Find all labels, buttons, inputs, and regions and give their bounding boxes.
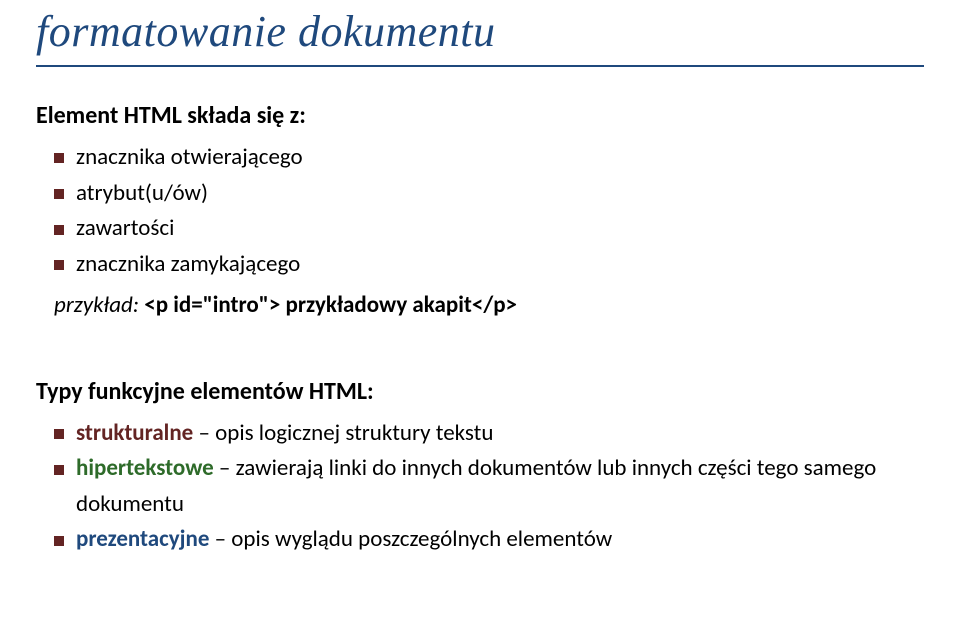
section2-list: strukturalne – opis logicznej struktury … [36, 416, 924, 559]
section2-heading: Typy funkcyjne elementów HTML: [36, 377, 924, 406]
slide-title: formatowanie dokumentu [36, 6, 924, 63]
term-strukturalne: strukturalne [76, 419, 193, 447]
term-desc: – opis logicznej struktury tekstu [193, 419, 493, 447]
list-item: strukturalne – opis logicznej struktury … [54, 416, 924, 452]
list-item: zawartości [54, 211, 924, 247]
term-prezentacyjne: prezentacyjne [76, 525, 209, 553]
section1-list: znacznika otwierającego atrybut(u/ów) za… [36, 140, 924, 283]
list-item: atrybut(u/ów) [54, 176, 924, 212]
section1-intro: Element HTML składa się z: [36, 101, 924, 130]
slide: formatowanie dokumentu Element HTML skła… [0, 0, 960, 578]
term-hipertekstowe: hipertekstowe [76, 454, 214, 482]
list-item: znacznika zamykającego [54, 247, 924, 283]
title-rule [36, 65, 924, 67]
example-lead: przykład: [54, 291, 144, 319]
term-desc: – opis wyglądu poszczególnych elementów [209, 525, 612, 553]
example-code: <p id="intro"> przykładowy akapit</p> [144, 291, 517, 319]
list-item: hipertekstowe – zawierają linki do innyc… [54, 451, 924, 522]
list-item: prezentacyjne – opis wyglądu poszczególn… [54, 522, 924, 558]
example-line: przykład: <p id="intro"> przykładowy aka… [36, 291, 924, 319]
list-item: znacznika otwierającego [54, 140, 924, 176]
section-element-skladowe: Element HTML składa się z: znacznika otw… [36, 101, 924, 319]
